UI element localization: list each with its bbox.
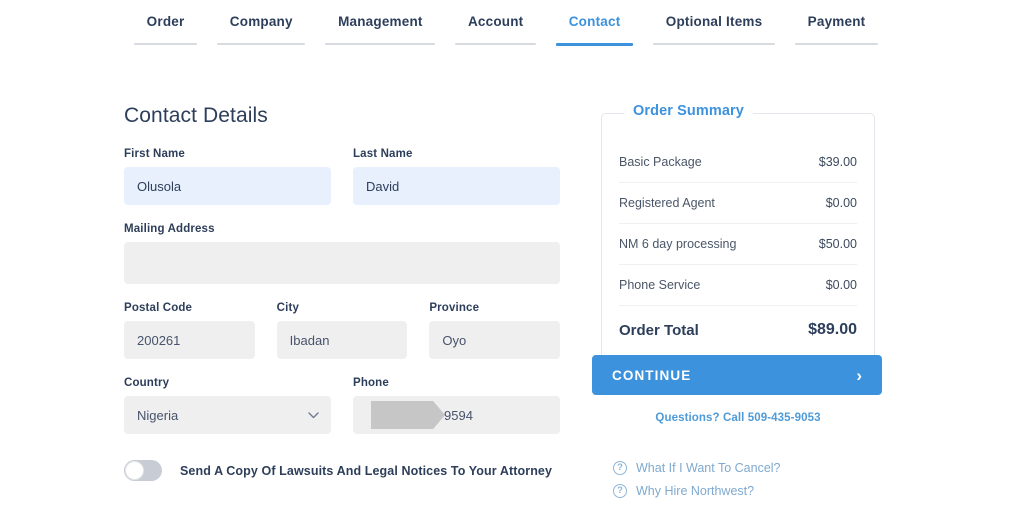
tab-optional-items[interactable]: Optional Items bbox=[643, 14, 785, 45]
checkout-page: Order Company Management Account Contact… bbox=[0, 0, 1024, 512]
mailing-address-label: Mailing Address bbox=[124, 223, 560, 235]
attorney-copy-toggle-label: Send A Copy Of Lawsuits And Legal Notice… bbox=[180, 464, 552, 478]
order-total-row: Order Total $89.00 bbox=[602, 306, 874, 351]
contact-details-form: Contact Details First Name Olusola Last … bbox=[124, 104, 560, 481]
country-label: Country bbox=[124, 377, 331, 389]
tab-contact-underline bbox=[556, 43, 633, 46]
tab-payment-underline bbox=[795, 43, 878, 45]
country-group: Country Nigeria bbox=[124, 377, 331, 434]
tab-account-label: Account bbox=[449, 14, 542, 43]
tab-order-label: Order bbox=[128, 14, 203, 43]
toggle-knob bbox=[125, 461, 144, 480]
phone-redaction-overlay bbox=[371, 401, 445, 429]
tab-payment[interactable]: Payment bbox=[785, 14, 888, 45]
name-row: First Name Olusola Last Name David bbox=[124, 148, 560, 205]
help-link-cancel[interactable]: ? What If I Want To Cancel? bbox=[613, 461, 893, 475]
tab-optional-items-underline bbox=[653, 43, 775, 45]
order-summary-panel: Order Summary Basic Package $39.00 Regis… bbox=[601, 113, 875, 366]
order-total-amount: $89.00 bbox=[808, 321, 857, 339]
phone-label: Phone bbox=[353, 377, 560, 389]
country-phone-row: Country Nigeria Phone 9594 bbox=[124, 377, 560, 434]
first-name-input[interactable]: Olusola bbox=[124, 167, 331, 205]
tab-management[interactable]: Management bbox=[315, 14, 445, 45]
postal-code-label: Postal Code bbox=[124, 302, 255, 314]
line-item-name: Basic Package bbox=[619, 155, 702, 169]
country-select-wrapper: Nigeria bbox=[124, 396, 331, 434]
phone-group: Phone 9594 bbox=[353, 377, 560, 434]
tab-payment-label: Payment bbox=[789, 14, 884, 43]
line-item-name: NM 6 day processing bbox=[619, 237, 736, 251]
tab-management-underline bbox=[325, 43, 435, 45]
checkout-step-tabs: Order Company Management Account Contact… bbox=[124, 14, 888, 46]
order-total-label: Order Total bbox=[619, 322, 699, 339]
attorney-copy-toggle[interactable] bbox=[124, 460, 162, 481]
country-select[interactable]: Nigeria bbox=[124, 396, 331, 434]
continue-button[interactable]: CONTINUE › bbox=[592, 355, 882, 395]
last-name-label: Last Name bbox=[353, 148, 560, 160]
location-row: Postal Code 200261 City Ibadan Province … bbox=[124, 302, 560, 359]
tab-order[interactable]: Order bbox=[124, 14, 207, 45]
city-group: City Ibadan bbox=[277, 302, 408, 359]
province-label: Province bbox=[429, 302, 560, 314]
order-summary-row: NM 6 day processing $50.00 bbox=[619, 224, 857, 265]
continue-button-label: CONTINUE bbox=[612, 368, 691, 383]
city-label: City bbox=[277, 302, 408, 314]
help-link-why-hire-label: Why Hire Northwest? bbox=[636, 484, 754, 498]
line-item-price: $39.00 bbox=[819, 155, 857, 169]
order-summary-items: Basic Package $39.00 Registered Agent $0… bbox=[602, 114, 874, 306]
line-item-price: $50.00 bbox=[819, 237, 857, 251]
first-name-group: First Name Olusola bbox=[124, 148, 331, 205]
tab-company-label: Company bbox=[211, 14, 311, 43]
first-name-label: First Name bbox=[124, 148, 331, 160]
questions-phone-link[interactable]: Questions? Call 509-435-9053 bbox=[601, 412, 875, 424]
help-links: ? What If I Want To Cancel? ? Why Hire N… bbox=[613, 461, 893, 507]
order-summary-row: Phone Service $0.00 bbox=[619, 265, 857, 306]
phone-value: 9594 bbox=[444, 408, 473, 423]
line-item-name: Registered Agent bbox=[619, 196, 715, 210]
tab-order-underline bbox=[134, 43, 197, 45]
postal-code-input[interactable]: 200261 bbox=[124, 321, 255, 359]
chevron-right-icon: › bbox=[856, 367, 862, 384]
mailing-address-group: Mailing Address bbox=[124, 223, 560, 284]
order-summary-row: Registered Agent $0.00 bbox=[619, 183, 857, 224]
help-link-why-hire[interactable]: ? Why Hire Northwest? bbox=[613, 484, 893, 498]
line-item-price: $0.00 bbox=[826, 278, 857, 292]
last-name-group: Last Name David bbox=[353, 148, 560, 205]
tab-optional-items-label: Optional Items bbox=[647, 14, 781, 43]
attorney-copy-toggle-row: Send A Copy Of Lawsuits And Legal Notice… bbox=[124, 460, 560, 481]
question-mark-icon: ? bbox=[613, 461, 627, 475]
phone-input[interactable]: 9594 bbox=[353, 396, 560, 434]
tab-contact-label: Contact bbox=[550, 14, 639, 43]
tab-company[interactable]: Company bbox=[207, 14, 315, 45]
order-summary-row: Basic Package $39.00 bbox=[619, 142, 857, 183]
last-name-input[interactable]: David bbox=[353, 167, 560, 205]
tab-company-underline bbox=[217, 43, 305, 45]
tab-contact[interactable]: Contact bbox=[546, 14, 643, 46]
city-input[interactable]: Ibadan bbox=[277, 321, 408, 359]
postal-code-group: Postal Code 200261 bbox=[124, 302, 255, 359]
tab-management-label: Management bbox=[319, 14, 441, 43]
line-item-name: Phone Service bbox=[619, 278, 700, 292]
tab-account-underline bbox=[455, 43, 536, 45]
question-mark-icon: ? bbox=[613, 484, 627, 498]
help-link-cancel-label: What If I Want To Cancel? bbox=[636, 461, 781, 475]
page-title: Contact Details bbox=[124, 104, 560, 128]
line-item-price: $0.00 bbox=[826, 196, 857, 210]
mailing-address-input[interactable] bbox=[124, 242, 560, 284]
province-input[interactable]: Oyo bbox=[429, 321, 560, 359]
province-group: Province Oyo bbox=[429, 302, 560, 359]
tab-account[interactable]: Account bbox=[445, 14, 546, 45]
order-summary-legend: Order Summary bbox=[624, 103, 753, 119]
